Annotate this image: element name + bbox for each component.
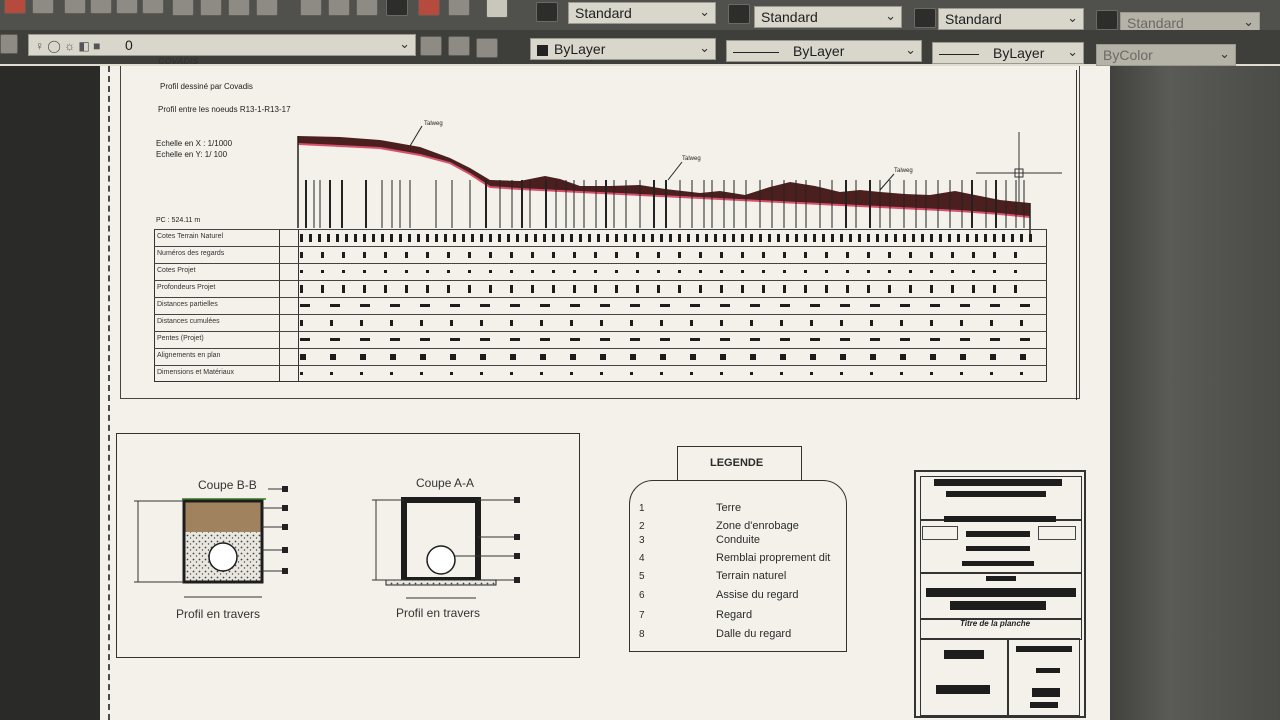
section-b-drawing bbox=[134, 486, 288, 598]
legend-item-label: Conduite bbox=[716, 534, 761, 546]
title-block-text-line bbox=[1032, 688, 1060, 697]
title-block-text-line bbox=[944, 516, 1056, 522]
title-block-text-line bbox=[934, 479, 1062, 486]
legend-item-number: 3 bbox=[639, 535, 645, 546]
legend-item-number: 1 bbox=[639, 503, 645, 514]
legend-item-label: Zone d'enrobage bbox=[716, 520, 799, 532]
title-block-text-line bbox=[950, 601, 1046, 610]
legend-item-label: Terrain naturel bbox=[716, 570, 787, 582]
title-block-text-line bbox=[1036, 668, 1060, 673]
title-block-text-line bbox=[936, 685, 990, 694]
company-logo bbox=[922, 526, 958, 540]
title-block-text-line bbox=[944, 650, 984, 659]
legend-item-number: 2 bbox=[639, 521, 645, 532]
legend-item-label: Dalle du regard bbox=[716, 628, 792, 640]
legend-item-number: 5 bbox=[639, 571, 645, 582]
title-block-text-line bbox=[926, 588, 1076, 597]
legend-item-label: Regard bbox=[716, 609, 753, 621]
section-a-drawing bbox=[372, 497, 520, 599]
legend-title: LEGENDE bbox=[710, 457, 764, 469]
title-block-text-line bbox=[962, 561, 1034, 566]
sheet-title-label: Titre de la planche bbox=[960, 619, 1031, 628]
title-block-text-line bbox=[966, 546, 1030, 551]
legend-item-label: Assise du regard bbox=[716, 589, 799, 601]
legend-item-number: 8 bbox=[639, 629, 645, 640]
title-block-text-line bbox=[966, 531, 1030, 537]
title-block-text-line bbox=[946, 491, 1046, 497]
legend-item-number: 4 bbox=[639, 553, 645, 564]
legend-item-number: 7 bbox=[639, 610, 645, 621]
legend-item-label: Remblai proprement dit bbox=[716, 552, 831, 564]
legend-item-number: 6 bbox=[639, 590, 645, 601]
legend-item-label: Terre bbox=[716, 502, 742, 514]
title-block-text-line bbox=[986, 576, 1016, 581]
title-block-text-line bbox=[1016, 646, 1072, 652]
title-block-text-line bbox=[1030, 702, 1058, 708]
client-logo bbox=[1038, 526, 1076, 540]
